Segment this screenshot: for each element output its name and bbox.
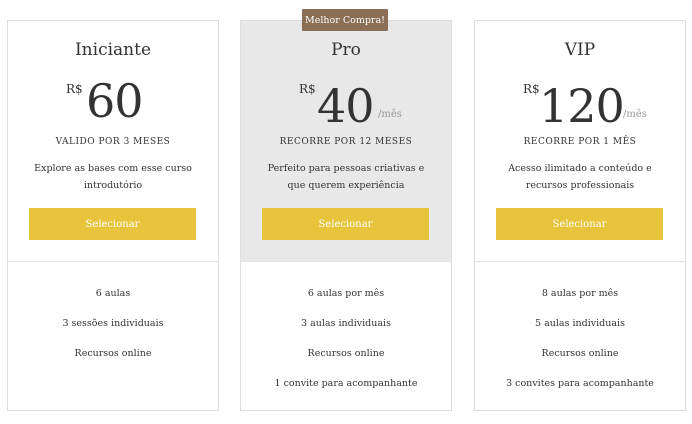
select-plan-button[interactable]: Selecionar xyxy=(29,208,196,240)
plan-features: 6 aulas por mês 3 aulas individuais Recu… xyxy=(241,262,451,405)
feature-item: 6 aulas por mês xyxy=(307,288,385,299)
plan-title: Pro xyxy=(331,40,361,60)
select-plan-button[interactable]: Selecionar xyxy=(262,208,429,240)
plan-header: Pro R$ 40 /mês RECORRE POR 12 MESES Perf… xyxy=(241,21,451,262)
price-currency: R$ xyxy=(299,82,316,96)
feature-item: 3 sessões individuais xyxy=(62,318,164,329)
billing-term: RECORRE POR 1 MÊS xyxy=(523,137,637,147)
plan-card-iniciante: Iniciante R$ 60 VALIDO POR 3 MESES Explo… xyxy=(7,20,219,411)
best-purchase-badge: Melhor Compra! xyxy=(302,9,388,31)
price-amount: 120 xyxy=(539,79,625,133)
price-currency: R$ xyxy=(66,82,83,96)
plan-header: VIP R$ 120 /mês RECORRE POR 1 MÊS Acesso… xyxy=(475,21,685,262)
plan-features: 8 aulas por mês 5 aulas individuais Recu… xyxy=(475,262,685,405)
feature-item: Recursos online xyxy=(541,348,619,359)
price-currency: R$ xyxy=(523,82,540,96)
plan-title: Iniciante xyxy=(74,40,152,60)
billing-term: RECORRE POR 12 MESES xyxy=(279,137,413,147)
plan-description: Acesso ilimitado a conteúdo e recursos p… xyxy=(508,163,652,191)
plan-price: R$ 120 /mês xyxy=(475,76,685,134)
feature-item: 8 aulas por mês xyxy=(541,288,619,299)
plan-features: 6 aulas 3 sessões individuais Recursos o… xyxy=(8,262,218,375)
plan-header: Iniciante R$ 60 VALIDO POR 3 MESES Explo… xyxy=(8,21,218,262)
price-amount: 60 xyxy=(86,74,144,128)
plan-card-pro: Pro R$ 40 /mês RECORRE POR 12 MESES Perf… xyxy=(240,20,452,411)
price-period: /mês xyxy=(623,109,647,120)
price-amount: 40 xyxy=(317,79,375,133)
plan-description: Explore as bases com esse curso introdut… xyxy=(34,163,192,191)
plan-price: R$ 60 xyxy=(8,76,218,134)
plan-card-vip: VIP R$ 120 /mês RECORRE POR 1 MÊS Acesso… xyxy=(474,20,686,411)
feature-item: Recursos online xyxy=(74,348,152,359)
feature-item: 3 aulas individuais xyxy=(301,318,391,329)
plan-price: R$ 40 /mês xyxy=(241,76,451,134)
feature-item: 5 aulas individuais xyxy=(535,318,625,329)
feature-item: 1 convite para acompanhante xyxy=(274,378,418,389)
select-plan-button[interactable]: Selecionar xyxy=(496,208,663,240)
plan-description: Perfeito para pessoas criativas e que qu… xyxy=(267,163,425,191)
feature-item: 6 aulas xyxy=(95,288,131,299)
price-period: /mês xyxy=(378,109,402,120)
billing-term: VALIDO POR 3 MESES xyxy=(55,137,171,147)
plan-title: VIP xyxy=(564,40,596,60)
feature-item: 3 convites para acompanhante xyxy=(506,378,654,389)
feature-item: Recursos online xyxy=(307,348,385,359)
